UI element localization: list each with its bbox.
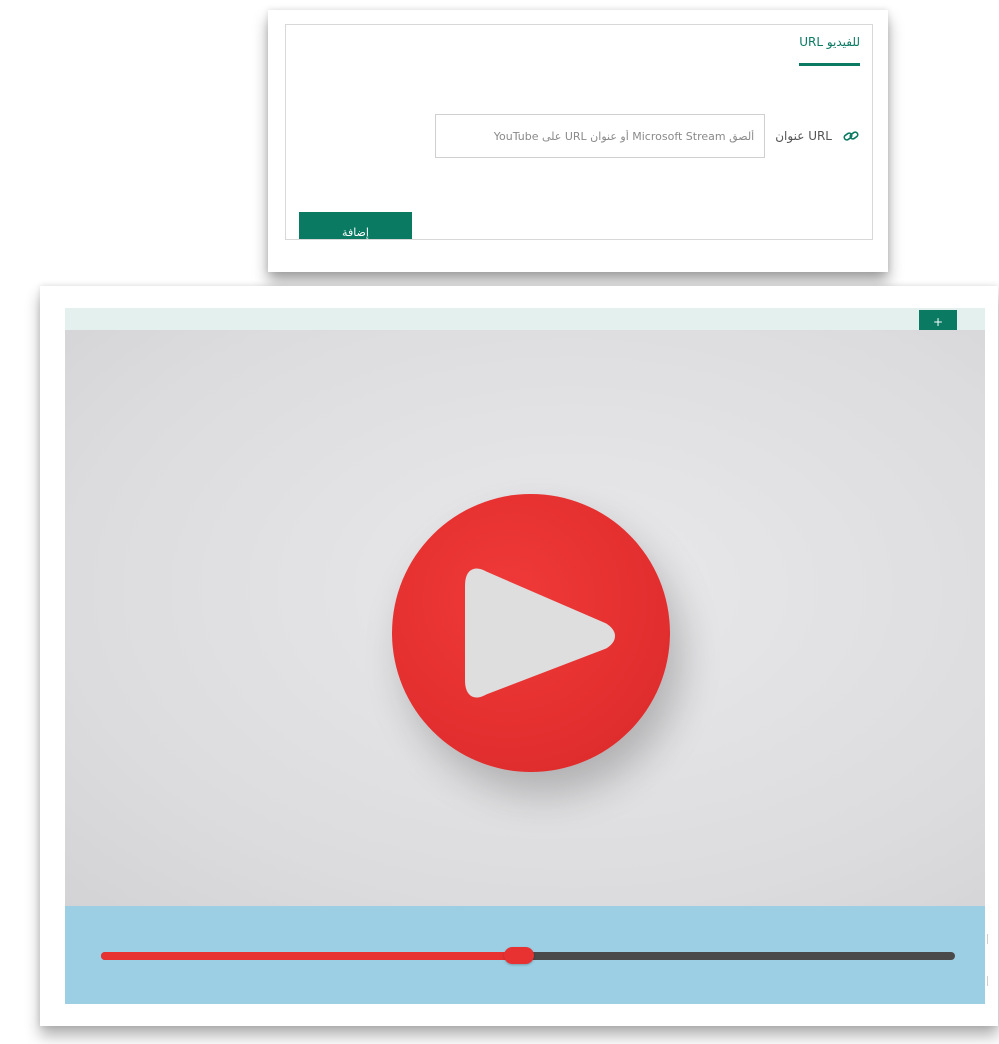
link-icon	[842, 127, 860, 145]
video-preview-card: +	[40, 286, 998, 1026]
url-label: عنوان URL	[775, 129, 832, 143]
tab-video-url[interactable]: URL للفيديو	[799, 35, 860, 66]
add-video-dialog: URL للفيديو عنوان URL إضافة	[268, 10, 888, 272]
play-button[interactable]	[392, 494, 670, 772]
progress-fill	[101, 952, 520, 960]
player-controls	[65, 906, 985, 1004]
edge-mark	[987, 976, 996, 986]
edge-mark	[987, 934, 996, 944]
video-player[interactable]	[65, 330, 985, 906]
progress-track[interactable]	[101, 947, 955, 964]
url-row: عنوان URL	[435, 114, 860, 158]
dialog-panel: URL للفيديو عنوان URL إضافة	[285, 24, 873, 240]
play-icon	[465, 568, 615, 698]
preview-header-strip	[65, 308, 985, 330]
url-input[interactable]	[435, 114, 766, 158]
add-button[interactable]: إضافة	[299, 212, 412, 239]
progress-thumb[interactable]	[504, 947, 535, 964]
